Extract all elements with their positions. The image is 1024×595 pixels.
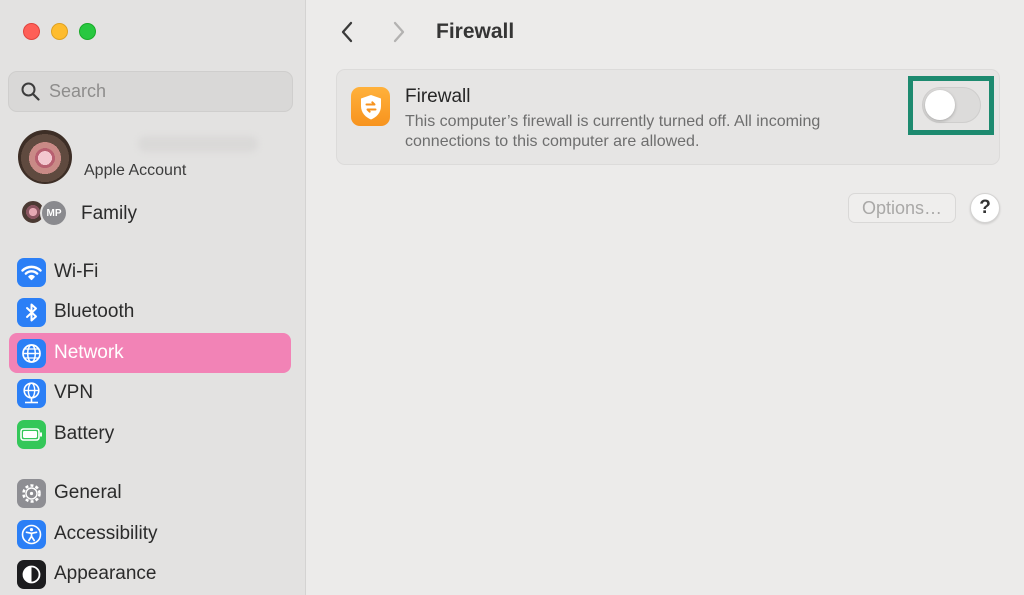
sidebar-item-label: Wi-Fi — [54, 261, 99, 282]
globe-icon — [17, 338, 46, 368]
sidebar-item-label: Bluetooth — [54, 301, 135, 322]
back-button[interactable] — [330, 15, 364, 49]
sidebar: Apple Account MP Family Wi-Fi Bluetooth — [0, 0, 306, 595]
firewall-description: This computer’s firewall is currently tu… — [405, 113, 821, 150]
accessibility-icon — [17, 519, 46, 549]
sidebar-item-network[interactable]: Network — [9, 333, 291, 373]
toggle-knob — [925, 90, 955, 120]
search-input[interactable] — [49, 81, 279, 102]
sidebar-item-label: General — [54, 482, 122, 503]
avatar — [18, 130, 72, 184]
help-button[interactable]: ? — [970, 193, 1000, 223]
close-window-button[interactable] — [23, 23, 40, 40]
sidebar-item-label: Accessibility — [54, 523, 158, 544]
chevron-right-icon — [393, 21, 405, 43]
firewall-card: Firewall This computer’s firewall is cur… — [336, 69, 1000, 165]
sidebar-item-battery[interactable]: Battery — [9, 414, 291, 454]
battery-icon — [17, 419, 46, 449]
sidebar-item-accessibility[interactable]: Accessibility — [9, 514, 291, 554]
wifi-icon — [17, 257, 46, 287]
family-label: Family — [81, 203, 137, 224]
toolbar: Firewall — [330, 10, 514, 54]
apple-account-row[interactable]: Apple Account — [18, 130, 288, 186]
window-controls — [23, 23, 96, 40]
family-initials-avatar: MP — [40, 199, 68, 227]
appearance-icon — [17, 559, 46, 589]
sidebar-item-appearance[interactable]: Appearance — [9, 554, 291, 594]
family-row[interactable]: MP Family — [20, 198, 290, 228]
sidebar-item-vpn[interactable]: VPN — [9, 373, 291, 413]
redacted-name — [138, 136, 258, 152]
search-field[interactable] — [8, 71, 293, 112]
forward-button[interactable] — [382, 15, 416, 49]
apple-account-label: Apple Account — [84, 162, 187, 179]
gear-icon — [17, 478, 46, 508]
bluetooth-icon — [17, 297, 46, 327]
chevron-left-icon — [341, 21, 353, 43]
firewall-icon — [351, 87, 390, 126]
sidebar-item-bluetooth[interactable]: Bluetooth — [9, 292, 291, 332]
minimize-window-button[interactable] — [51, 23, 68, 40]
sidebar-item-general[interactable]: General — [9, 473, 291, 513]
search-icon — [21, 82, 40, 101]
sidebar-item-label: Appearance — [54, 563, 157, 584]
firewall-title: Firewall — [405, 86, 471, 107]
options-button[interactable]: Options… — [848, 193, 956, 223]
vpn-globe-icon — [17, 378, 46, 408]
sidebar-item-wifi[interactable]: Wi-Fi — [9, 252, 291, 292]
zoom-window-button[interactable] — [79, 23, 96, 40]
page-title: Firewall — [436, 20, 515, 43]
sidebar-item-label: VPN — [54, 382, 94, 403]
sidebar-item-label: Network — [54, 342, 124, 363]
sidebar-item-label: Battery — [54, 423, 115, 444]
firewall-toggle[interactable] — [922, 87, 981, 123]
